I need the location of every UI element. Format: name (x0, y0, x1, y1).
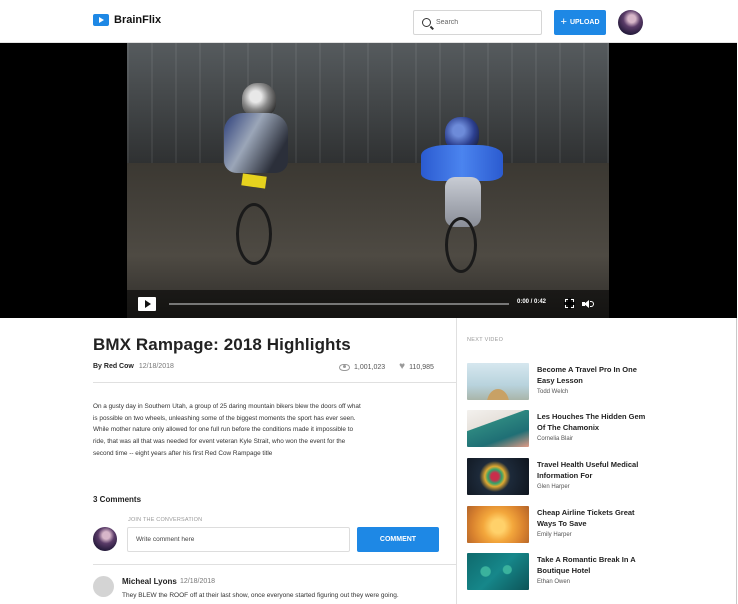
next-video-title[interactable]: Become A Travel Pro In One Easy Lesson (537, 364, 647, 386)
video-stats: 1,001,023 ♥ 110,985 (339, 362, 434, 372)
video-thumbnail[interactable] (467, 410, 529, 447)
next-video-title[interactable]: Les Houches The Hidden Gem Of The Chamon… (537, 411, 647, 433)
next-video-item[interactable]: Become A Travel Pro In One Easy Lesson T… (467, 363, 647, 401)
video-frame[interactable] (127, 43, 609, 318)
volume-icon[interactable] (582, 299, 594, 309)
video-thumbnail[interactable] (467, 363, 529, 400)
eye-icon (339, 363, 350, 371)
heart-icon[interactable]: ♥ (399, 362, 405, 372)
video-author[interactable]: By Red Cow (93, 363, 134, 370)
divider (93, 564, 456, 565)
comment-date: 12/18/2018 (180, 578, 216, 585)
next-video-heading: NEXT VIDEO (467, 337, 504, 343)
next-video-item[interactable]: Take A Romantic Break In A Boutique Hote… (467, 553, 647, 591)
video-description: On a gusty day in Southern Utah, a group… (93, 403, 361, 457)
bmx-rider-right (415, 117, 515, 287)
divider (93, 382, 456, 383)
progress-bar[interactable] (169, 303, 509, 305)
current-user-avatar (93, 527, 117, 551)
next-video-title[interactable]: Take A Romantic Break In A Boutique Hote… (537, 554, 647, 576)
upload-button[interactable]: + UPLOAD (554, 10, 606, 35)
comment-submit-button[interactable]: COMMENT (357, 527, 439, 552)
next-video-item[interactable]: Les Houches The Hidden Gem Of The Chamon… (467, 410, 647, 448)
search-icon (422, 18, 431, 27)
next-video-author: Todd Welch (537, 389, 569, 395)
next-video-title[interactable]: Travel Health Useful Medical Information… (537, 459, 647, 481)
video-player: 0:00 / 0:42 (0, 43, 737, 318)
play-icon[interactable] (138, 297, 156, 311)
next-video-item[interactable]: Cheap Airline Tickets Great Ways To Save… (467, 506, 647, 544)
video-meta: By Red Cow 12/18/2018 (93, 363, 174, 370)
video-thumbnail[interactable] (467, 506, 529, 543)
fullscreen-icon[interactable] (564, 298, 575, 309)
next-video-author: Glen Harper (537, 484, 570, 490)
likes-count: 110,985 (409, 363, 434, 371)
bmx-rider-left (212, 83, 302, 273)
next-video-author: Cornelia Blair (537, 436, 574, 442)
comment-text: They BLEW the ROOF off at their last sho… (122, 592, 399, 599)
commenter-name: Micheal Lyons (122, 577, 177, 586)
video-thumbnail[interactable] (467, 553, 529, 590)
logo-play-icon (93, 14, 109, 26)
views-stat: 1,001,023 (339, 363, 386, 371)
commenter-avatar (93, 576, 114, 597)
video-scene-roof (127, 43, 609, 163)
next-video-item[interactable]: Travel Health Useful Medical Information… (467, 458, 647, 496)
join-conversation-label: JOIN THE CONVERSATION (128, 517, 203, 523)
next-video-author: Emily Harper (537, 532, 572, 538)
upload-button-label: UPLOAD (569, 19, 600, 26)
column-separator (456, 318, 457, 604)
player-controls: 0:00 / 0:42 (127, 290, 609, 318)
likes-stat[interactable]: ♥ 110,985 (399, 362, 434, 372)
user-avatar[interactable] (618, 10, 643, 35)
next-video-author: Ethan Owen (537, 579, 571, 585)
search-input[interactable] (436, 19, 536, 26)
search-box[interactable] (413, 10, 542, 35)
brand-logo[interactable]: BrainFlix (93, 14, 161, 26)
page-frame: BrainFlix + UPLOAD 0:00 / 0:42 (0, 0, 737, 604)
brand-name: BrainFlix (114, 14, 162, 26)
next-video-title[interactable]: Cheap Airline Tickets Great Ways To Save (537, 507, 647, 529)
video-thumbnail[interactable] (467, 458, 529, 495)
top-header: BrainFlix + UPLOAD (0, 0, 737, 43)
views-count: 1,001,023 (354, 363, 386, 371)
video-time: 0:00 / 0:42 (517, 299, 547, 305)
comment-input[interactable] (127, 527, 350, 552)
comments-count: 3 Comments (93, 495, 142, 504)
video-title: BMX Rampage: 2018 Highlights (93, 335, 351, 354)
video-date: 12/18/2018 (138, 363, 174, 370)
plus-icon: + (560, 16, 567, 28)
